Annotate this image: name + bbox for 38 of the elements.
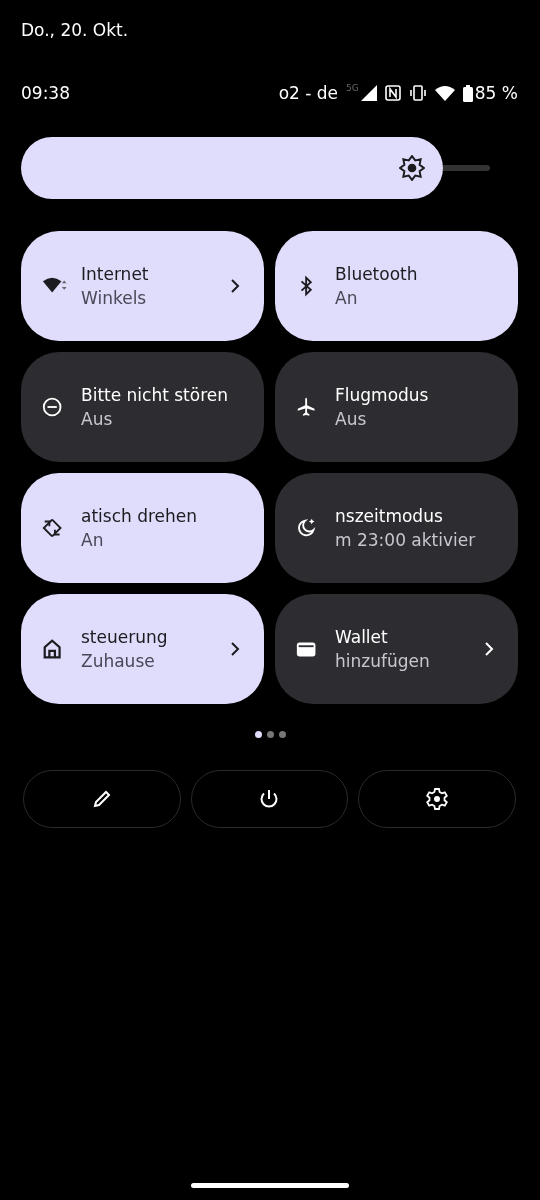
tile-title: Bluetooth <box>335 264 419 284</box>
tile-status: An <box>335 288 359 308</box>
quick-settings-tile[interactable]: Bluetooth An <box>275 231 518 341</box>
quick-settings-tile[interactable]: Wallet hinzufügen <box>275 594 518 704</box>
brightness-track <box>443 165 490 171</box>
quick-settings-tile[interactable]: nszeitmodus m 23:00 aktivier <box>275 473 518 583</box>
tile-status: Winkels <box>81 288 148 308</box>
tile-status: Aus <box>335 409 368 429</box>
battery-icon <box>462 84 473 102</box>
wifi-icon <box>434 85 455 101</box>
tile-status: m 23:00 aktivier <box>335 530 477 550</box>
tile-title: Bitte nicht stören <box>81 385 230 405</box>
tile-title: atisch drehen <box>81 506 199 526</box>
quick-settings-tile[interactable]: Internet Winkels <box>21 231 264 341</box>
tile-title: Internet <box>81 264 150 284</box>
date-text: Do., 20. Okt. <box>21 20 129 40</box>
brightness-icon <box>399 155 426 181</box>
tile-status: Zuhause <box>81 651 156 671</box>
vibrate-icon <box>408 85 427 101</box>
quick-settings-tile[interactable]: Flugmodus Aus <box>275 352 518 462</box>
carrier-text: o2 - de <box>278 83 339 103</box>
tile-title: steuerung <box>81 627 169 647</box>
quick-settings-tile[interactable]: Bitte nicht stören Aus <box>21 352 264 462</box>
tile-status: hinzufügen <box>335 651 431 671</box>
network-type-text: 5G <box>346 83 359 93</box>
quick-settings-tile[interactable]: steuerung Zuhause <box>21 594 264 704</box>
signal-icon <box>360 85 377 101</box>
settings-icon <box>425 787 450 811</box>
tile-title: Wallet <box>335 627 389 647</box>
nfc-icon <box>384 85 401 101</box>
clock-text: 09:38 <box>21 83 71 103</box>
quick-settings-tile[interactable]: atisch drehen An <box>21 473 264 583</box>
navigation-handle[interactable] <box>191 1183 349 1188</box>
tile-status: Aus <box>81 409 114 429</box>
tile-status: An <box>81 530 105 550</box>
battery-text: 85 % <box>474 83 518 103</box>
tile-title: Flugmodus <box>335 385 430 405</box>
tile-title: nszeitmodus <box>335 506 444 526</box>
